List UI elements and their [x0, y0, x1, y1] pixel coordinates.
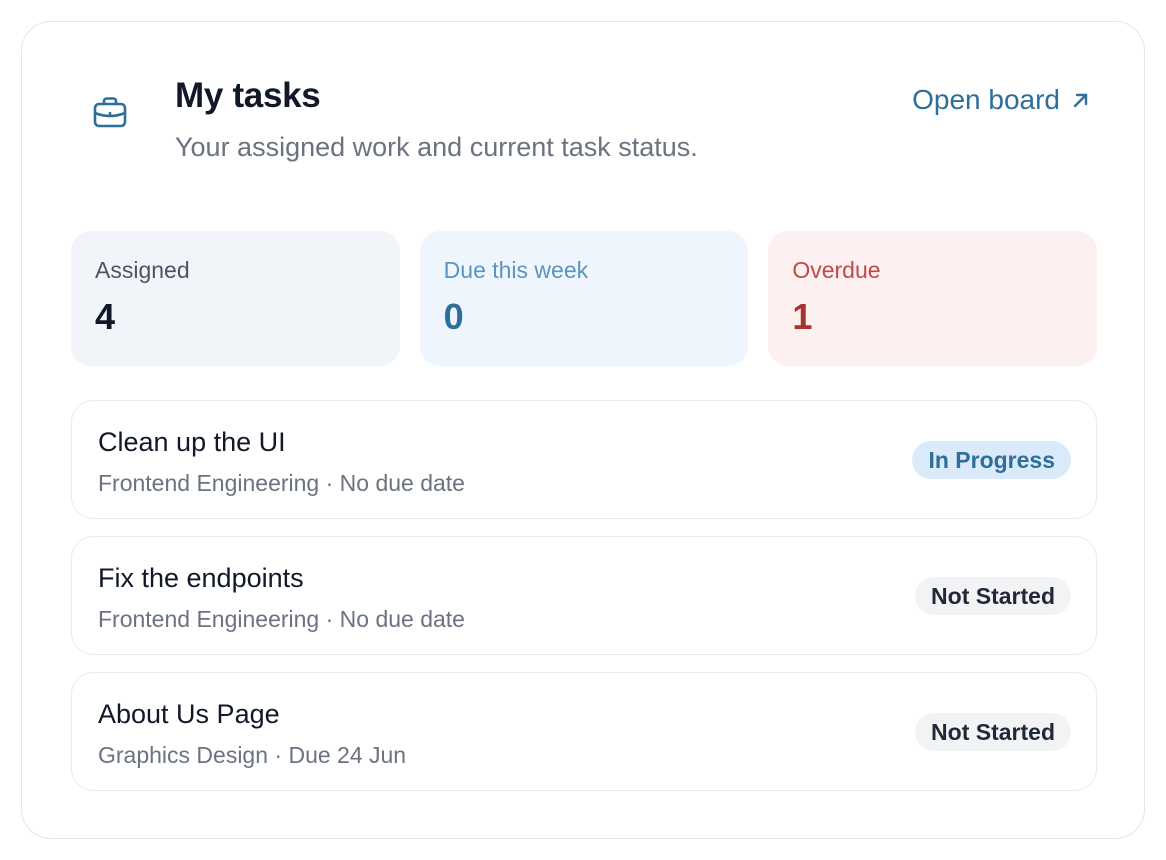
status-badge: Not Started: [915, 713, 1071, 751]
open-board-link[interactable]: Open board: [912, 84, 1092, 116]
stat-value: 0: [443, 296, 464, 337]
stat-due-this-week: Due this week 0: [419, 231, 749, 366]
task-title: About Us Page: [98, 699, 280, 729]
card-title: My tasks: [175, 76, 321, 115]
status-badge: Not Started: [915, 577, 1071, 615]
task-list: Clean up the UI Frontend Engineering · N…: [71, 400, 1097, 808]
card-subtitle: Your assigned work and current task stat…: [175, 132, 698, 162]
stat-value: 4: [95, 296, 116, 337]
card-header: My tasks Your assigned work and current …: [22, 22, 1144, 202]
task-title: Fix the endpoints: [98, 563, 304, 593]
stat-label: Overdue: [792, 257, 881, 283]
task-meta: Frontend Engineering · No due date: [98, 606, 465, 632]
arrow-up-right-icon: [1070, 89, 1092, 111]
stat-label: Assigned: [95, 257, 190, 283]
status-badge: In Progress: [912, 441, 1071, 479]
briefcase-icon: [90, 92, 130, 132]
task-item[interactable]: Clean up the UI Frontend Engineering · N…: [71, 400, 1097, 519]
stat-label: Due this week: [443, 257, 589, 283]
task-stats: Assigned 4 Due this week 0 Overdue 1: [71, 231, 1098, 366]
task-item[interactable]: About Us Page Graphics Design · Due 24 J…: [71, 672, 1097, 791]
stat-overdue: Overdue 1: [768, 231, 1098, 366]
open-board-label: Open board: [912, 84, 1060, 115]
stat-assigned: Assigned 4: [71, 231, 400, 366]
task-item[interactable]: Fix the endpoints Frontend Engineering ·…: [71, 536, 1097, 655]
task-meta: Graphics Design · Due 24 Jun: [98, 742, 407, 768]
my-tasks-card: My tasks Your assigned work and current …: [21, 21, 1145, 839]
task-meta: Frontend Engineering · No due date: [98, 470, 465, 496]
stat-value: 1: [792, 296, 813, 337]
task-title: Clean up the UI: [98, 427, 286, 457]
